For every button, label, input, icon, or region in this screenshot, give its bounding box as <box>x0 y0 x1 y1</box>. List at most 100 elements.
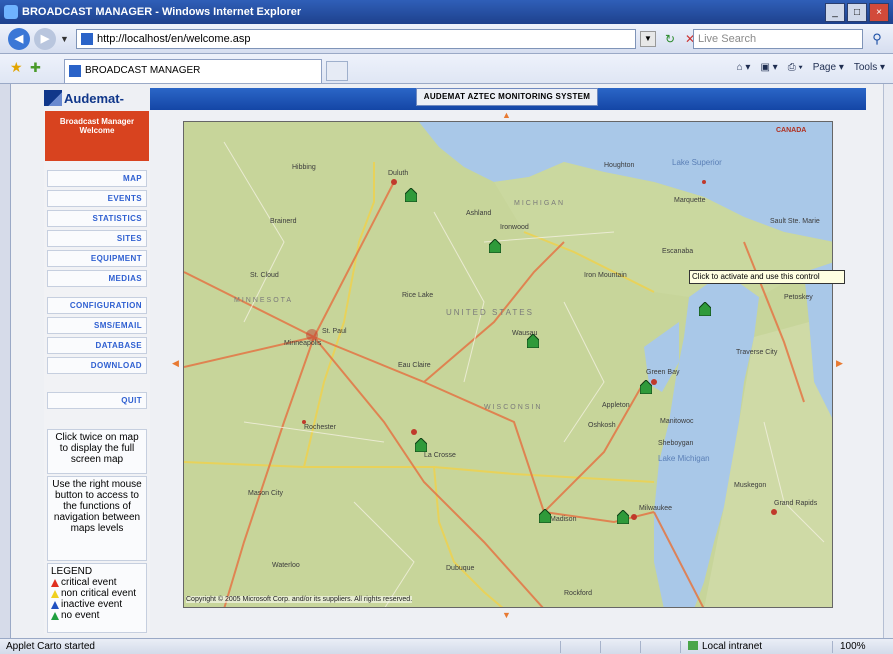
map-label-milwaukee: Milwaukee <box>639 505 673 512</box>
tab-bar: ★ ✚ BROADCAST MANAGER ⌂ ▾ ▣ ▾ ⎙ ▾ Page ▾… <box>0 54 893 84</box>
vertical-scrollbar[interactable] <box>883 84 893 638</box>
map-pan-down-icon[interactable]: ▼ <box>502 610 511 620</box>
menu-quit[interactable]: QUIT <box>47 392 147 409</box>
legend-title: LEGEND <box>51 566 93 577</box>
map-pan-left-icon[interactable]: ◀ <box>172 358 179 369</box>
map-label-mason-city: Mason City <box>248 490 284 497</box>
map-label-lake-superior: Lake Superior <box>672 158 722 167</box>
url-text: http://localhost/en/welcome.asp <box>97 33 251 45</box>
window-titlebar: BROADCAST MANAGER - Windows Internet Exp… <box>0 0 893 24</box>
map-label-michigan: MICHIGAN <box>514 200 565 207</box>
site-marker-no-event[interactable] <box>539 509 551 523</box>
search-placeholder: Live Search <box>698 33 757 45</box>
map-label-appleton: Appleton <box>602 402 630 409</box>
activex-tooltip: Click to activate and use this control <box>689 270 845 284</box>
map-label-st-cloud: St. Cloud <box>250 272 279 279</box>
map-label-grand-rapids: Grand Rapids <box>774 500 818 507</box>
map-label-hibbing: Hibbing <box>292 164 316 171</box>
help-navigation-hint: Use the right mouse button to access to … <box>47 476 147 561</box>
security-zone[interactable]: Local intranet <box>688 639 762 654</box>
legend-item-non-critical: non critical event <box>51 588 143 599</box>
map-label-escanaba: Escanaba <box>662 248 694 255</box>
critical-event-icon <box>51 578 59 587</box>
menu-medias[interactable]: MEDIAS <box>47 270 147 287</box>
back-button[interactable]: ◀ <box>8 28 30 50</box>
menu-configuration[interactable]: CONFIGURATION <box>47 297 147 314</box>
map-label-houghton: Houghton <box>604 162 635 169</box>
tools-menu[interactable]: Tools ▾ <box>854 62 885 73</box>
user-box-line-1: Broadcast Manager <box>59 117 135 126</box>
map-label-duluth: Duluth <box>388 170 409 177</box>
zoom-level[interactable]: 100% <box>840 639 866 654</box>
map-label-petoskey: Petoskey <box>784 294 813 301</box>
site-marker-no-event[interactable] <box>527 334 539 348</box>
legend-item-inactive: inactive event <box>51 599 143 610</box>
maximize-icon[interactable]: □ <box>847 3 867 22</box>
menu-sites[interactable]: SITES <box>47 230 147 247</box>
menu-database[interactable]: DATABASE <box>47 337 147 354</box>
status-bar: Applet Carto started Local intranet 100% <box>0 638 893 654</box>
site-marker-no-event[interactable] <box>699 302 711 316</box>
map-label-sault: Sault Ste. Marie <box>770 218 820 225</box>
minimize-icon[interactable]: _ <box>825 3 845 22</box>
system-title: AUDEMAT AZTEC MONITORING SYSTEM <box>416 88 598 106</box>
map-label-canada: CANADA <box>776 127 807 134</box>
map-label-muskegon: Muskegon <box>734 482 767 489</box>
site-marker-no-event[interactable] <box>405 188 417 202</box>
recent-pages-dropdown-icon[interactable]: ▼ <box>60 34 69 44</box>
map-label-minnesota: MINNESOTA <box>234 297 294 304</box>
map-label-iron-mountain: Iron Mountain <box>584 272 627 279</box>
menu-equipment[interactable]: EQUIPMENT <box>47 250 147 267</box>
home-icon[interactable]: ⌂ ▾ <box>737 62 751 73</box>
favorites-star-icon[interactable]: ★ <box>10 59 23 76</box>
navigation-bar: ◀ ▶ ▼ http://localhost/en/welcome.asp ▼ … <box>0 24 893 54</box>
map-label-la-crosse: La Crosse <box>424 452 456 459</box>
map-label-waterloo: Waterloo <box>272 562 300 569</box>
menu-statistics[interactable]: STATISTICS <box>47 210 147 227</box>
tab-broadcast-manager[interactable]: BROADCAST MANAGER <box>64 59 322 83</box>
close-icon[interactable]: × <box>869 3 889 22</box>
menu-map[interactable]: MAP <box>47 170 147 187</box>
site-marker-no-event[interactable] <box>489 239 501 253</box>
map-copyright: Copyright © 2005 Microsoft Corp. and/or … <box>186 596 413 603</box>
map-label-manitowoc: Manitowoc <box>660 418 694 425</box>
map-pan-up-icon[interactable]: ▲ <box>502 110 511 120</box>
tab-title: BROADCAST MANAGER <box>85 65 201 76</box>
map-label-brainerd: Brainerd <box>270 218 297 225</box>
address-dropdown-icon[interactable]: ▼ <box>640 31 656 47</box>
site-marker-no-event[interactable] <box>415 438 427 452</box>
map-control[interactable]: CANADA Lake Superior Lake Michigan MINNE… <box>183 121 833 608</box>
feeds-icon[interactable]: ▣ ▾ <box>760 62 777 73</box>
map-label-st-paul: St. Paul <box>322 328 347 335</box>
menu-download[interactable]: DOWNLOAD <box>47 357 147 374</box>
logo: Audemat-Aztec <box>44 88 150 128</box>
map-pan-right-icon[interactable]: ▶ <box>836 358 843 369</box>
map-label-rochester: Rochester <box>304 424 336 431</box>
site-marker-no-event[interactable] <box>617 510 629 524</box>
address-bar[interactable]: http://localhost/en/welcome.asp <box>76 29 636 49</box>
site-marker-no-event[interactable] <box>640 380 652 394</box>
new-tab-button[interactable] <box>326 61 348 81</box>
window-controls: _ □ × <box>825 3 889 22</box>
forward-button[interactable]: ▶ <box>34 28 56 50</box>
add-favorite-icon[interactable]: ✚ <box>30 60 41 76</box>
legend-item-no-event: no event <box>51 610 143 621</box>
map-label-lake-michigan: Lake Michigan <box>658 454 710 463</box>
map-label-minneapolis: Minneapolis <box>284 340 322 347</box>
user-box-line-2: Welcome <box>79 126 115 135</box>
user-box: Broadcast Manager Welcome <box>45 111 149 161</box>
search-input[interactable]: Live Search <box>693 29 863 49</box>
map-label-marquette: Marquette <box>674 197 706 204</box>
map-label-rockford: Rockford <box>564 590 593 597</box>
refresh-icon[interactable]: ↻ <box>662 31 678 47</box>
menu-events[interactable]: EVENTS <box>47 190 147 207</box>
command-bar: ⌂ ▾ ▣ ▾ ⎙ ▾ Page ▾ Tools ▾ <box>737 62 885 73</box>
status-text: Applet Carto started <box>6 641 95 652</box>
map-label-eau-claire: Eau Claire <box>398 362 431 369</box>
page-menu[interactable]: Page ▾ <box>813 62 844 73</box>
print-icon[interactable]: ⎙ ▾ <box>788 62 803 73</box>
non-critical-event-icon <box>51 589 59 598</box>
window-title: BROADCAST MANAGER - Windows Internet Exp… <box>22 6 302 18</box>
search-icon[interactable]: ⚲ <box>868 30 886 48</box>
menu-sms-email[interactable]: SMS/EMAIL <box>47 317 147 334</box>
